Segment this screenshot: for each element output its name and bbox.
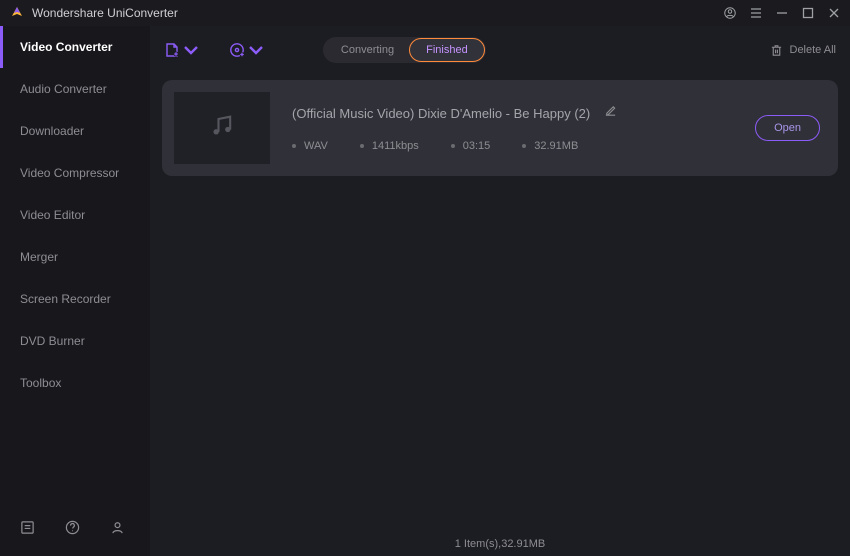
status-text: 1 Item(s),32.91MB <box>455 538 545 550</box>
edit-title-icon[interactable] <box>604 104 617 122</box>
toolbar: Converting Finished Delete All <box>150 26 850 74</box>
title-bar: Wondershare UniConverter <box>0 0 850 26</box>
item-size: 32.91MB <box>522 140 578 152</box>
guide-icon[interactable] <box>20 520 35 540</box>
open-button[interactable]: Open <box>755 115 820 141</box>
item-bitrate: 1411kbps <box>360 140 419 152</box>
menu-icon[interactable] <box>750 7 762 19</box>
sidebar-item-video-compressor[interactable]: Video Compressor <box>0 152 150 194</box>
content-area: Converting Finished Delete All (Official… <box>150 26 850 556</box>
sidebar-footer <box>0 504 150 556</box>
sidebar-item-dvd-burner[interactable]: DVD Burner <box>0 320 150 362</box>
tab-switch: Converting Finished <box>323 37 486 63</box>
add-disc-button[interactable] <box>229 42 264 58</box>
add-file-button[interactable] <box>164 42 199 58</box>
sidebar: Video Converter Audio Converter Download… <box>0 26 150 556</box>
sidebar-item-toolbox[interactable]: Toolbox <box>0 362 150 404</box>
sidebar-item-video-editor[interactable]: Video Editor <box>0 194 150 236</box>
status-bar: 1 Item(s),32.91MB <box>150 532 850 556</box>
sidebar-item-screen-recorder[interactable]: Screen Recorder <box>0 278 150 320</box>
delete-all-label: Delete All <box>790 44 836 56</box>
account-small-icon[interactable] <box>110 520 125 540</box>
app-logo-icon <box>10 6 24 20</box>
account-icon[interactable] <box>724 7 736 19</box>
tab-converting[interactable]: Converting <box>325 39 410 61</box>
item-thumbnail <box>174 92 270 164</box>
music-note-icon <box>208 112 236 145</box>
minimize-icon[interactable] <box>776 7 788 19</box>
app-title: Wondershare UniConverter <box>32 6 178 20</box>
help-icon[interactable] <box>65 520 80 540</box>
sidebar-item-video-converter[interactable]: Video Converter <box>0 26 150 68</box>
delete-all-button[interactable]: Delete All <box>770 44 836 57</box>
maximize-icon[interactable] <box>802 7 814 19</box>
item-info: (Official Music Video) Dixie D'Amelio - … <box>292 104 733 152</box>
item-title: (Official Music Video) Dixie D'Amelio - … <box>292 106 590 121</box>
sidebar-item-audio-converter[interactable]: Audio Converter <box>0 68 150 110</box>
item-list: (Official Music Video) Dixie D'Amelio - … <box>150 74 850 532</box>
item-duration: 03:15 <box>451 140 491 152</box>
finished-item-row: (Official Music Video) Dixie D'Amelio - … <box>162 80 838 176</box>
close-icon[interactable] <box>828 7 840 19</box>
tab-finished[interactable]: Finished <box>409 38 485 62</box>
sidebar-item-merger[interactable]: Merger <box>0 236 150 278</box>
item-format: WAV <box>292 140 328 152</box>
sidebar-item-downloader[interactable]: Downloader <box>0 110 150 152</box>
